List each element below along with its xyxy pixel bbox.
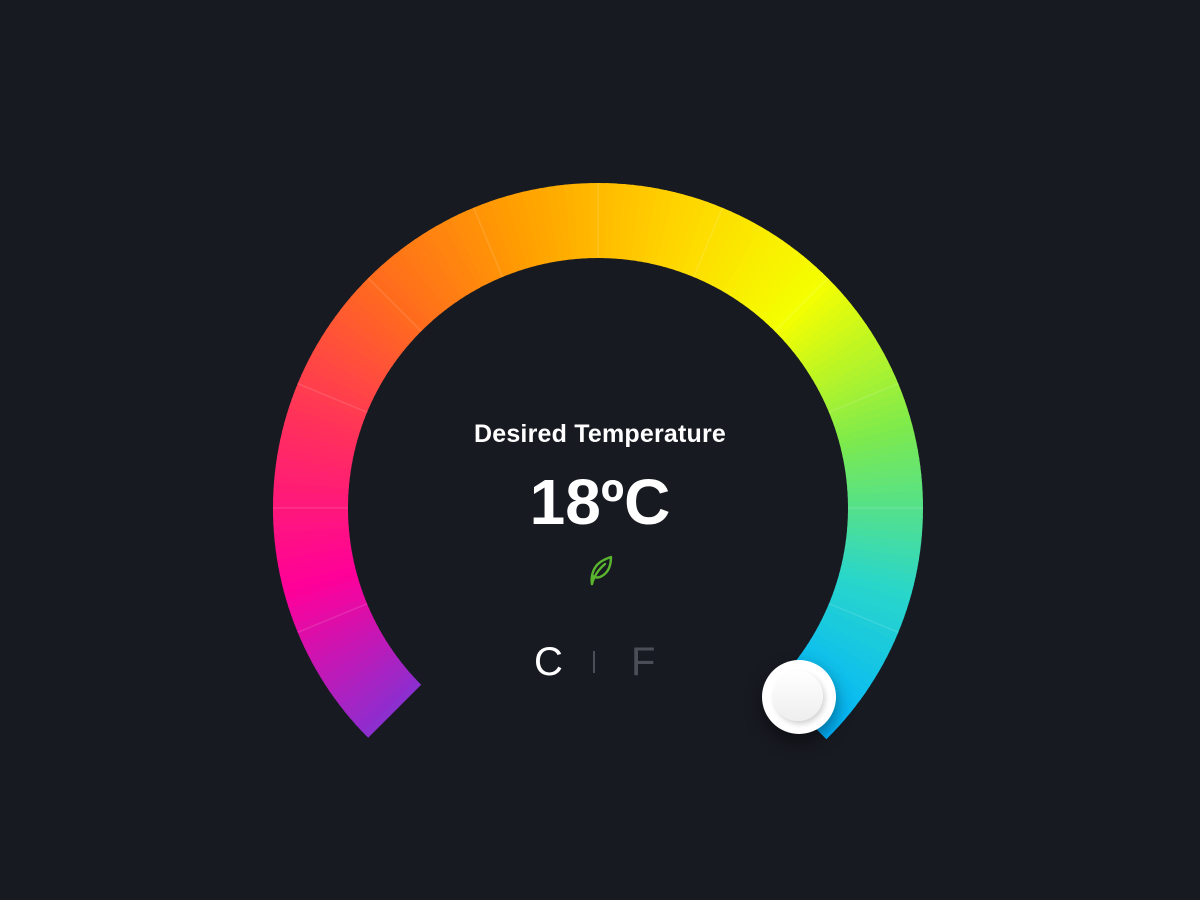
unit-divider <box>593 651 595 673</box>
fahrenheit-option[interactable]: F <box>631 636 655 688</box>
dial-handle[interactable] <box>762 660 836 734</box>
unit-toggle[interactable]: C F <box>500 636 700 688</box>
leaf-icon <box>590 555 613 586</box>
temperature-value: 18ºC <box>529 466 671 538</box>
celsius-option[interactable]: C <box>534 636 563 688</box>
temperature-dial[interactable] <box>0 0 1200 900</box>
thermostat-screen: Desired Temperature 18ºC C F <box>0 0 1200 900</box>
dial-handle-center <box>773 671 823 721</box>
desired-temperature-label: Desired Temperature <box>473 420 727 448</box>
